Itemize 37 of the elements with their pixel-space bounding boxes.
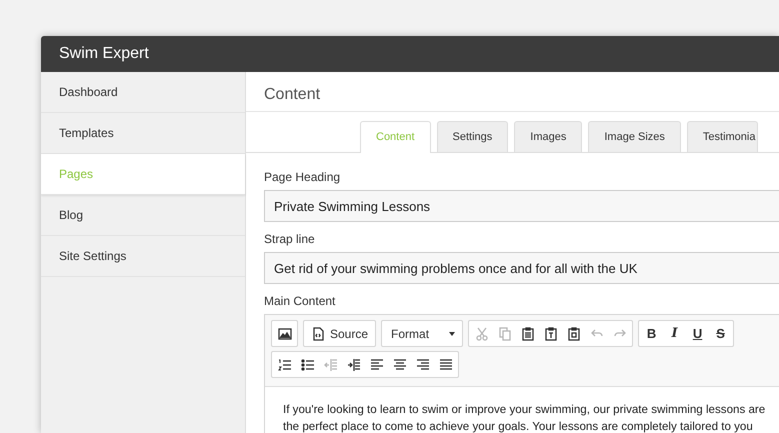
tab[interactable]: Image Sizes <box>588 121 681 152</box>
numbered-list-icon <box>278 358 292 372</box>
tab[interactable]: Settings <box>436 121 508 152</box>
field-label: Main Content <box>264 293 336 310</box>
field-label: Page Heading <box>264 169 342 186</box>
format-dropdown[interactable]: Format <box>383 322 462 345</box>
window-title: Swim Expert <box>59 44 149 64</box>
tab[interactable]: Images <box>514 121 582 152</box>
strikethrough-button[interactable]: S <box>709 322 732 345</box>
image-icon <box>278 326 292 340</box>
sidebar-item[interactable]: Site Settings <box>41 236 245 277</box>
field-label: Strap line <box>264 231 316 248</box>
source-button[interactable]: Source <box>305 322 374 345</box>
tab[interactable]: Testimonia <box>686 121 758 152</box>
align-right-icon <box>416 358 430 372</box>
sidebar-item[interactable]: Blog <box>41 195 245 236</box>
clipboard-icon <box>520 326 535 340</box>
clipboard-icon <box>566 326 581 340</box>
align-center-icon <box>392 358 406 372</box>
italic-button[interactable]: I <box>663 322 686 345</box>
indent-icon <box>346 358 360 372</box>
copy-icon <box>498 326 512 340</box>
text-field[interactable]: Private Swimming Lessons <box>264 190 779 222</box>
text-field[interactable]: Get rid of your swimming problems once and for all with the UK <box>264 252 779 284</box>
underline-button[interactable]: U <box>686 322 710 345</box>
section-heading: Content <box>246 72 779 112</box>
outdent-icon <box>324 358 338 372</box>
bullet-list-icon <box>300 358 314 372</box>
align-left-icon <box>370 358 384 372</box>
justify-icon <box>438 358 452 372</box>
sidebar-item[interactable]: Dashboard <box>41 72 245 113</box>
clipboard-icon <box>544 326 558 340</box>
bold-button[interactable]: B <box>640 322 664 345</box>
caret-icon <box>449 332 456 336</box>
body-text: If you're looking to learn to swim or improve your swimming, our private swimming lessons are the perfect place to come to achieve your goals. Your lessons are completely tailored to you <box>282 402 766 433</box>
scissors-icon <box>474 326 489 340</box>
document-icon <box>311 326 325 340</box>
